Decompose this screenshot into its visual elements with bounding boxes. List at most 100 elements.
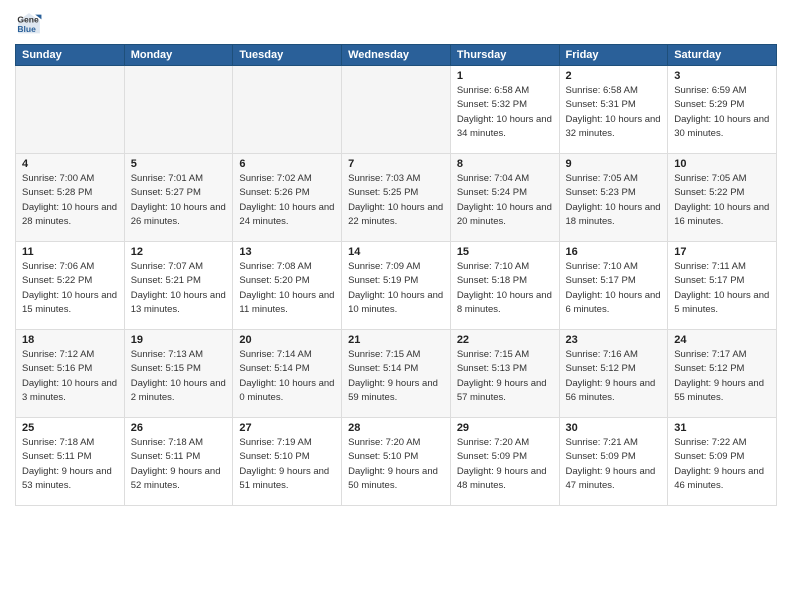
week-row-3: 11 Sunrise: 7:06 AMSunset: 5:22 PMDayligh… [16, 242, 777, 330]
day-info: Sunrise: 7:01 AMSunset: 5:27 PMDaylight:… [131, 172, 227, 229]
day-info: Sunrise: 7:10 AMSunset: 5:17 PMDaylight:… [566, 260, 662, 317]
day-cell: 18Sunrise: 7:12 AMSunset: 5:16 PMDayligh… [16, 330, 125, 418]
day-cell: 24 Sunrise: 7:17 AMSunset: 5:12 PMDayligh… [668, 330, 777, 418]
svg-text:Blue: Blue [17, 24, 36, 34]
day-info: Sunrise: 7:22 AMSunset: 5:09 PMDaylight:… [674, 436, 770, 493]
day-number: 2 [566, 70, 662, 82]
day-cell: 25Sunrise: 7:18 AMSunset: 5:11 PMDayligh… [16, 418, 125, 506]
day-info: Sunrise: 6:59 AMSunset: 5:29 PMDaylight:… [674, 84, 770, 141]
day-number: 20 [239, 334, 335, 346]
day-number: 26 [131, 422, 227, 434]
day-number: 7 [348, 158, 444, 170]
day-number: 12 [131, 246, 227, 258]
day-cell: 10 Sunrise: 7:05 AMSunset: 5:22 PMDayligh… [668, 154, 777, 242]
day-cell [342, 66, 451, 154]
day-cell: 20Sunrise: 7:14 AMSunset: 5:14 PMDayligh… [233, 330, 342, 418]
day-number: 22 [457, 334, 553, 346]
day-cell: 19 Sunrise: 7:13 AMSunset: 5:15 PMDayligh… [124, 330, 233, 418]
day-info: Sunrise: 7:11 AMSunset: 5:17 PMDaylight:… [674, 260, 770, 317]
weekday-header-monday: Monday [124, 45, 233, 66]
week-row-1: 1Sunrise: 6:58 AMSunset: 5:32 PMDaylight… [16, 66, 777, 154]
weekday-header-sunday: Sunday [16, 45, 125, 66]
day-info: Sunrise: 7:20 AMSunset: 5:09 PMDaylight:… [457, 436, 553, 493]
day-number: 1 [457, 70, 553, 82]
day-info: Sunrise: 7:21 AMSunset: 5:09 PMDaylight:… [566, 436, 662, 493]
day-info: Sunrise: 7:15 AMSunset: 5:13 PMDaylight:… [457, 348, 553, 405]
day-info: Sunrise: 7:10 AMSunset: 5:18 PMDaylight:… [457, 260, 553, 317]
day-info: Sunrise: 7:08 AMSunset: 5:20 PMDaylight:… [239, 260, 335, 317]
day-cell: 5 Sunrise: 7:01 AMSunset: 5:27 PMDaylight… [124, 154, 233, 242]
day-number: 4 [22, 158, 118, 170]
day-cell: 2Sunrise: 6:58 AMSunset: 5:31 PMDaylight… [559, 66, 668, 154]
day-number: 13 [239, 246, 335, 258]
day-cell: 17 Sunrise: 7:11 AMSunset: 5:17 PMDayligh… [668, 242, 777, 330]
day-number: 18 [22, 334, 118, 346]
day-cell: 4Sunrise: 7:00 AMSunset: 5:28 PMDaylight… [16, 154, 125, 242]
weekday-header-friday: Friday [559, 45, 668, 66]
day-cell: 27 Sunrise: 7:19 AMSunset: 5:10 PMDayligh… [233, 418, 342, 506]
day-number: 17 [674, 246, 770, 258]
week-row-2: 4Sunrise: 7:00 AMSunset: 5:28 PMDaylight… [16, 154, 777, 242]
day-info: Sunrise: 7:15 AMSunset: 5:14 PMDaylight:… [348, 348, 444, 405]
day-number: 23 [566, 334, 662, 346]
calendar-table: SundayMondayTuesdayWednesdayThursdayFrid… [15, 44, 777, 506]
day-cell: 29Sunrise: 7:20 AMSunset: 5:09 PMDayligh… [450, 418, 559, 506]
day-cell: 12 Sunrise: 7:07 AMSunset: 5:21 PMDayligh… [124, 242, 233, 330]
weekday-header-thursday: Thursday [450, 45, 559, 66]
day-number: 24 [674, 334, 770, 346]
day-number: 28 [348, 422, 444, 434]
day-info: Sunrise: 7:06 AMSunset: 5:22 PMDaylight:… [22, 260, 118, 317]
day-info: Sunrise: 7:16 AMSunset: 5:12 PMDaylight:… [566, 348, 662, 405]
day-number: 15 [457, 246, 553, 258]
day-cell: 13 Sunrise: 7:08 AMSunset: 5:20 PMDayligh… [233, 242, 342, 330]
day-cell: 6 Sunrise: 7:02 AMSunset: 5:26 PMDaylight… [233, 154, 342, 242]
day-cell: 30 Sunrise: 7:21 AMSunset: 5:09 PMDayligh… [559, 418, 668, 506]
day-cell [124, 66, 233, 154]
day-number: 3 [674, 70, 770, 82]
day-cell [16, 66, 125, 154]
day-number: 31 [674, 422, 770, 434]
day-cell: 14Sunrise: 7:09 AMSunset: 5:19 PMDayligh… [342, 242, 451, 330]
day-cell: 22 Sunrise: 7:15 AMSunset: 5:13 PMDayligh… [450, 330, 559, 418]
day-info: Sunrise: 7:07 AMSunset: 5:21 PMDaylight:… [131, 260, 227, 317]
day-number: 10 [674, 158, 770, 170]
logo: Gene Blue [15, 10, 47, 38]
weekday-header-saturday: Saturday [668, 45, 777, 66]
day-info: Sunrise: 7:05 AMSunset: 5:23 PMDaylight:… [566, 172, 662, 229]
day-number: 27 [239, 422, 335, 434]
day-info: Sunrise: 7:05 AMSunset: 5:22 PMDaylight:… [674, 172, 770, 229]
day-cell: 21Sunrise: 7:15 AMSunset: 5:14 PMDayligh… [342, 330, 451, 418]
weekday-header-row: SundayMondayTuesdayWednesdayThursdayFrid… [16, 45, 777, 66]
day-info: Sunrise: 7:17 AMSunset: 5:12 PMDaylight:… [674, 348, 770, 405]
weekday-header-tuesday: Tuesday [233, 45, 342, 66]
day-cell: 3 Sunrise: 6:59 AMSunset: 5:29 PMDaylight… [668, 66, 777, 154]
day-number: 6 [239, 158, 335, 170]
day-cell [233, 66, 342, 154]
day-number: 5 [131, 158, 227, 170]
day-info: Sunrise: 7:18 AMSunset: 5:11 PMDaylight:… [131, 436, 227, 493]
day-info: Sunrise: 7:13 AMSunset: 5:15 PMDaylight:… [131, 348, 227, 405]
day-info: Sunrise: 7:20 AMSunset: 5:10 PMDaylight:… [348, 436, 444, 493]
logo-icon: Gene Blue [15, 10, 43, 38]
day-number: 11 [22, 246, 118, 258]
day-info: Sunrise: 7:19 AMSunset: 5:10 PMDaylight:… [239, 436, 335, 493]
day-info: Sunrise: 7:18 AMSunset: 5:11 PMDaylight:… [22, 436, 118, 493]
day-cell: 28 Sunrise: 7:20 AMSunset: 5:10 PMDayligh… [342, 418, 451, 506]
day-cell: 9Sunrise: 7:05 AMSunset: 5:23 PMDaylight… [559, 154, 668, 242]
day-info: Sunrise: 7:03 AMSunset: 5:25 PMDaylight:… [348, 172, 444, 229]
day-number: 8 [457, 158, 553, 170]
day-cell: 15 Sunrise: 7:10 AMSunset: 5:18 PMDayligh… [450, 242, 559, 330]
svg-text:Gene: Gene [17, 14, 39, 24]
day-number: 30 [566, 422, 662, 434]
header: Gene Blue [15, 10, 777, 38]
day-number: 16 [566, 246, 662, 258]
day-cell: 23 Sunrise: 7:16 AMSunset: 5:12 PMDayligh… [559, 330, 668, 418]
week-row-5: 25Sunrise: 7:18 AMSunset: 5:11 PMDayligh… [16, 418, 777, 506]
day-info: Sunrise: 7:04 AMSunset: 5:24 PMDaylight:… [457, 172, 553, 229]
day-number: 19 [131, 334, 227, 346]
day-cell: 26 Sunrise: 7:18 AMSunset: 5:11 PMDayligh… [124, 418, 233, 506]
week-row-4: 18Sunrise: 7:12 AMSunset: 5:16 PMDayligh… [16, 330, 777, 418]
day-info: Sunrise: 7:02 AMSunset: 5:26 PMDaylight:… [239, 172, 335, 229]
day-cell: 16 Sunrise: 7:10 AMSunset: 5:17 PMDayligh… [559, 242, 668, 330]
day-cell: 31 Sunrise: 7:22 AMSunset: 5:09 PMDayligh… [668, 418, 777, 506]
